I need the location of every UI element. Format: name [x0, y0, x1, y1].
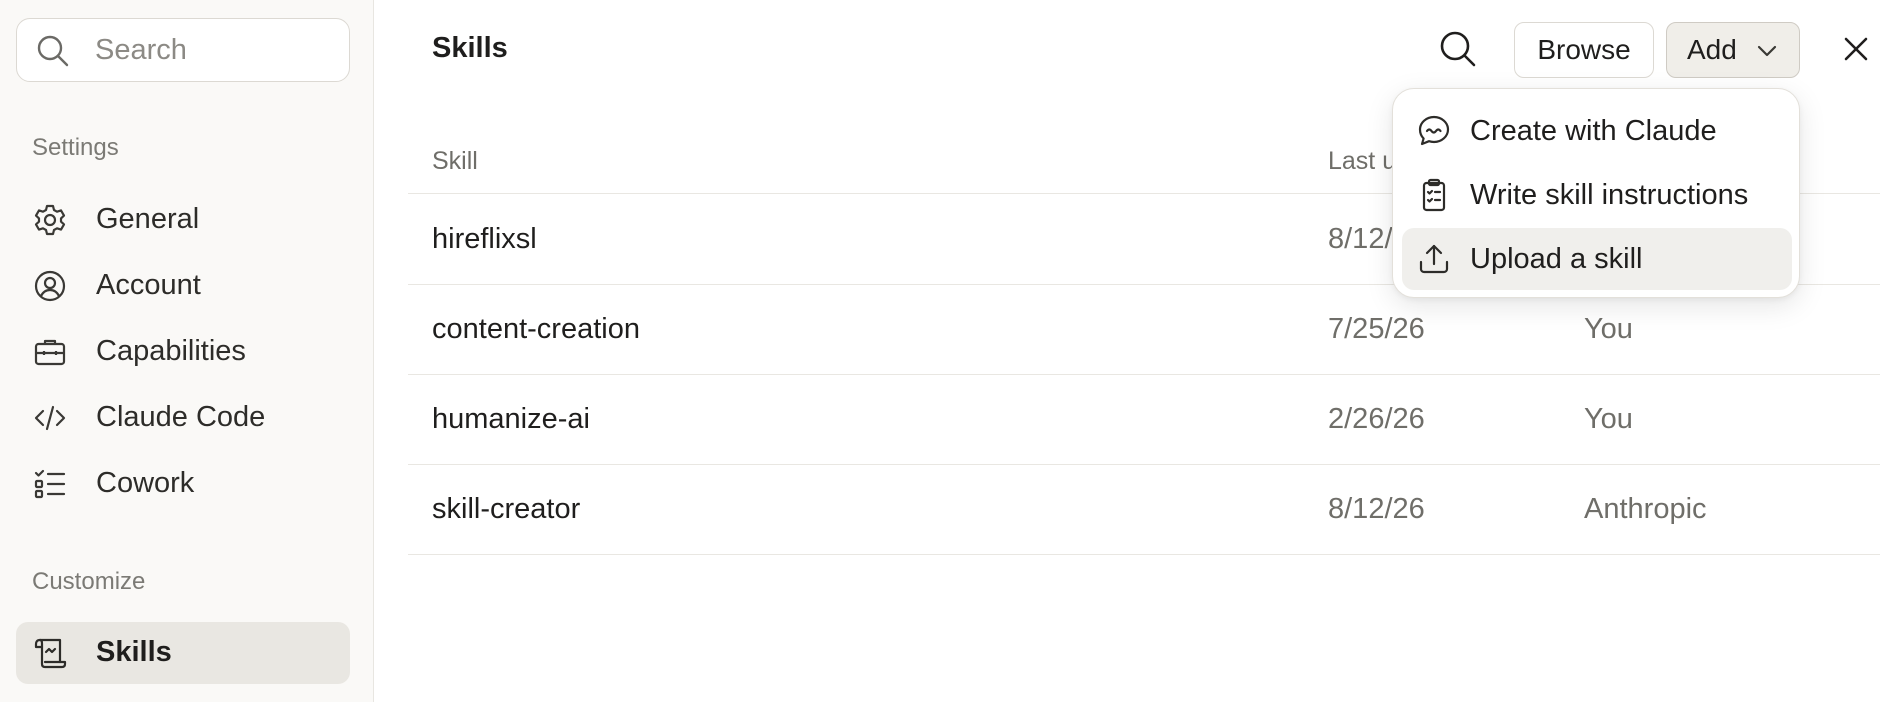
briefcase-icon — [32, 334, 68, 370]
chevron-down-icon — [1755, 41, 1779, 61]
skill-updated: 2/26/26 — [1328, 403, 1425, 435]
skill-author: Anthropic — [1584, 493, 1707, 525]
menu-item-upload-a-skill[interactable]: Upload a skill — [1402, 228, 1792, 290]
table-row[interactable]: skill-creator 8/12/26 Anthropic — [408, 465, 1880, 555]
menu-item-label: Write skill instructions — [1470, 179, 1749, 211]
clipboard-icon — [1416, 177, 1452, 213]
skill-name: hireflixsl — [432, 223, 537, 255]
menu-item-label: Create with Claude — [1470, 115, 1717, 147]
sidebar-item-cowork[interactable]: Cowork — [16, 453, 350, 515]
skill-updated: 7/25/26 — [1328, 313, 1425, 345]
sidebar-item-capabilities[interactable]: Capabilities — [16, 321, 350, 383]
section-label-settings: Settings — [32, 134, 119, 161]
search-input[interactable] — [95, 29, 335, 71]
menu-item-create-with-claude[interactable]: Create with Claude — [1402, 100, 1792, 162]
table-row[interactable]: humanize-ai 2/26/26 You — [408, 375, 1880, 465]
table-row[interactable]: content-creation 7/25/26 You — [408, 285, 1880, 375]
menu-item-write-skill-instructions[interactable]: Write skill instructions — [1402, 164, 1792, 226]
sidebar-item-label: Capabilities — [96, 335, 246, 367]
skill-updated: 8/12/26 — [1328, 493, 1425, 525]
add-dropdown-menu: Create with Claude Write skill instructi… — [1392, 88, 1800, 298]
skill-name: skill-creator — [432, 493, 581, 525]
sidebar-search[interactable] — [16, 18, 350, 82]
sidebar-item-label: Account — [96, 269, 201, 301]
menu-item-label: Upload a skill — [1470, 243, 1643, 275]
close-icon[interactable] — [1836, 29, 1876, 69]
skill-name: humanize-ai — [432, 403, 590, 435]
sidebar-item-label: General — [96, 203, 200, 235]
column-header-skill: Skill — [432, 147, 478, 175]
gear-icon — [32, 202, 68, 238]
skill-name: content-creation — [432, 313, 640, 345]
page-title: Skills — [432, 32, 508, 64]
skill-author: You — [1584, 403, 1633, 435]
sidebar-item-skills[interactable]: Skills — [16, 622, 350, 684]
upload-icon — [1416, 241, 1452, 277]
checklist-icon — [32, 466, 68, 502]
browse-button[interactable]: Browse — [1514, 22, 1654, 78]
user-circle-icon — [32, 268, 68, 304]
code-icon — [32, 400, 68, 436]
section-label-customize: Customize — [32, 568, 146, 595]
sidebar: Settings General Account Capabilities — [0, 0, 374, 702]
column-header-last-updated: Last u — [1328, 147, 1397, 175]
add-button[interactable]: Add — [1666, 22, 1800, 78]
sidebar-item-claude-code[interactable]: Claude Code — [16, 387, 350, 449]
sidebar-item-general[interactable]: General — [16, 189, 350, 251]
search-icon[interactable] — [1436, 27, 1480, 71]
scroll-icon — [32, 635, 68, 671]
sidebar-item-label: Skills — [96, 636, 172, 668]
sidebar-item-label: Cowork — [96, 467, 195, 499]
sidebar-item-label: Claude Code — [96, 401, 266, 433]
chat-sparkle-icon — [1416, 113, 1452, 149]
add-button-label: Add — [1687, 34, 1737, 65]
sidebar-item-account[interactable]: Account — [16, 255, 350, 317]
skill-author: You — [1584, 313, 1633, 345]
search-icon — [35, 33, 71, 69]
